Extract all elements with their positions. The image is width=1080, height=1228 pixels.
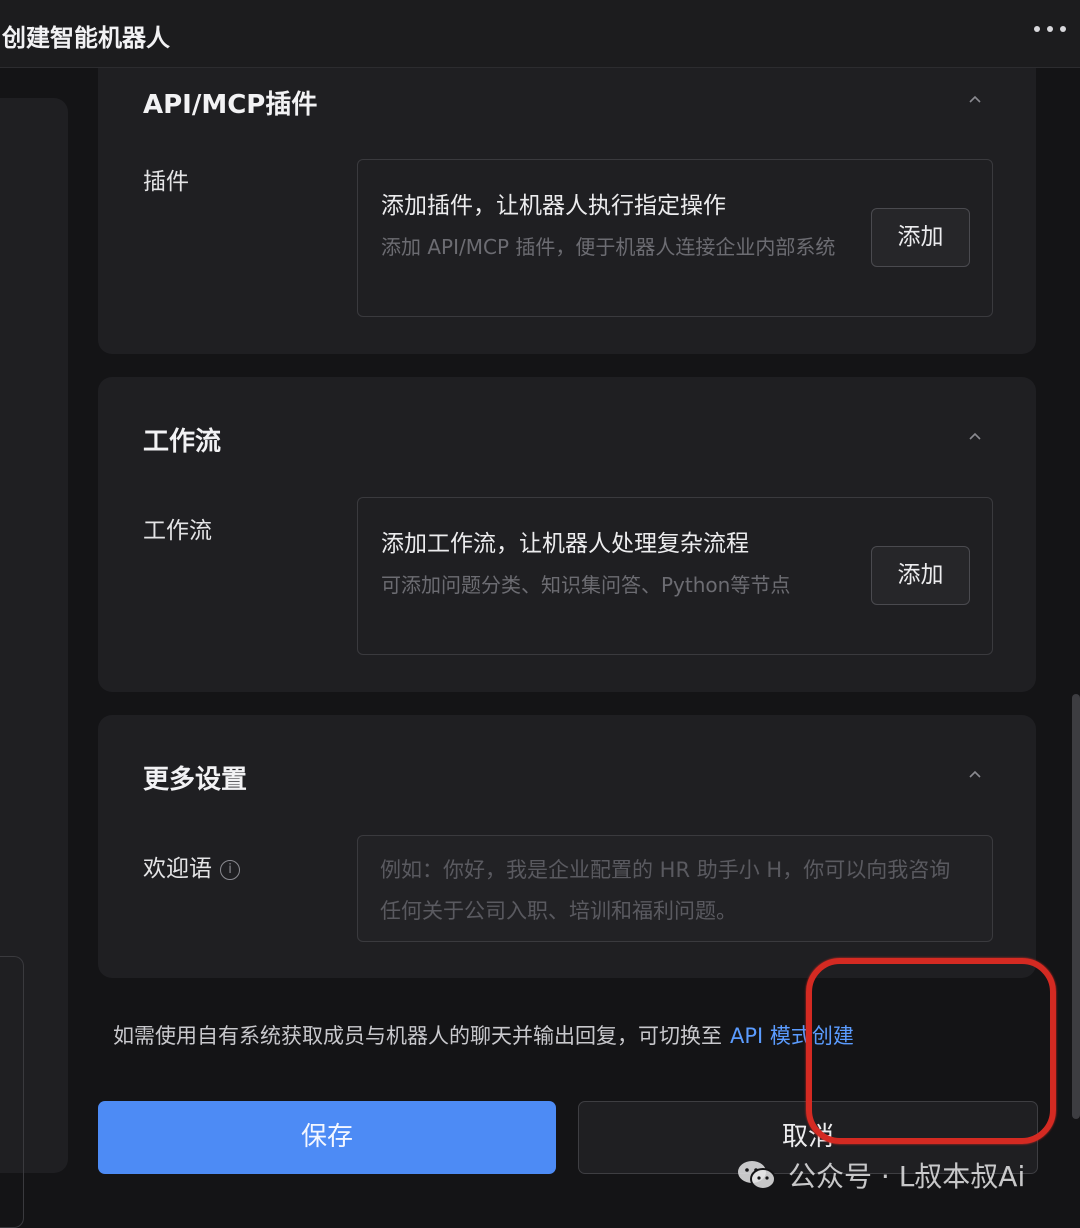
welcome-label-text: 欢迎语 [143, 856, 212, 882]
add-plugin-button[interactable]: 添加 [871, 208, 970, 267]
plugin-field-label: 插件 [143, 169, 189, 195]
add-workflow-description: 可添加问题分类、知识集问答、Python等节点 [381, 573, 791, 597]
workflow-card: 工作流 工作流 添加工作流，让机器人处理复杂流程 可添加问题分类、知识集问答、P… [98, 377, 1036, 692]
welcome-message-input[interactable]: 例如：你好，我是企业配置的 HR 助手小 H，你可以向我咨询任何关于公司入职、培… [357, 835, 993, 942]
more-options-icon[interactable] [1034, 26, 1066, 32]
left-panel-inner [0, 956, 24, 1228]
title-bar: 创建智能机器人 [0, 0, 1080, 68]
add-workflow-button[interactable]: 添加 [871, 546, 970, 605]
window-title: 创建智能机器人 [2, 24, 170, 52]
left-panel [0, 98, 68, 1228]
workflow-section-title: 工作流 [143, 427, 222, 457]
collapse-chevron-icon[interactable] [968, 92, 982, 106]
plugins-card: API/MCP插件 插件 添加插件，让机器人执行指定操作 添加 API/MCP … [98, 68, 1036, 354]
watermark: 公众号 · L叔本叔Ai [736, 1153, 1025, 1197]
add-workflow-box: 添加工作流，让机器人处理复杂流程 可添加问题分类、知识集问答、Python等节点… [357, 497, 993, 655]
save-button[interactable]: 保存 [98, 1101, 556, 1174]
workflow-field-label: 工作流 [143, 518, 212, 544]
scrollbar[interactable] [1072, 694, 1080, 1119]
more-settings-card: 更多设置 欢迎语 i 例如：你好，我是企业配置的 HR 助手小 H，你可以向我咨询… [98, 715, 1036, 978]
plugins-section-title: API/MCP插件 [143, 90, 318, 120]
red-annotation-circle [806, 958, 1056, 1144]
api-mode-hint: 如需使用自有系统获取成员与机器人的聊天并输出回复，可切换至 API 模式创建 [113, 1020, 854, 1050]
add-workflow-title: 添加工作流，让机器人处理复杂流程 [381, 531, 749, 557]
add-plugin-title: 添加插件，让机器人执行指定操作 [381, 193, 726, 219]
collapse-chevron-icon[interactable] [968, 429, 982, 443]
collapse-chevron-icon[interactable] [968, 767, 982, 781]
add-plugin-description: 添加 API/MCP 插件，便于机器人连接企业内部系统 [381, 235, 836, 259]
add-plugin-box: 添加插件，让机器人执行指定操作 添加 API/MCP 插件，便于机器人连接企业内… [357, 159, 993, 317]
wechat-icon [738, 1161, 776, 1190]
watermark-text: 公众号 · L叔本叔Ai [788, 1160, 1026, 1193]
more-settings-section-title: 更多设置 [143, 765, 248, 795]
welcome-label: 欢迎语 i [143, 849, 240, 883]
api-mode-hint-text: 如需使用自有系统获取成员与机器人的聊天并输出回复，可切换至 [113, 1024, 722, 1048]
info-icon[interactable]: i [220, 859, 240, 880]
